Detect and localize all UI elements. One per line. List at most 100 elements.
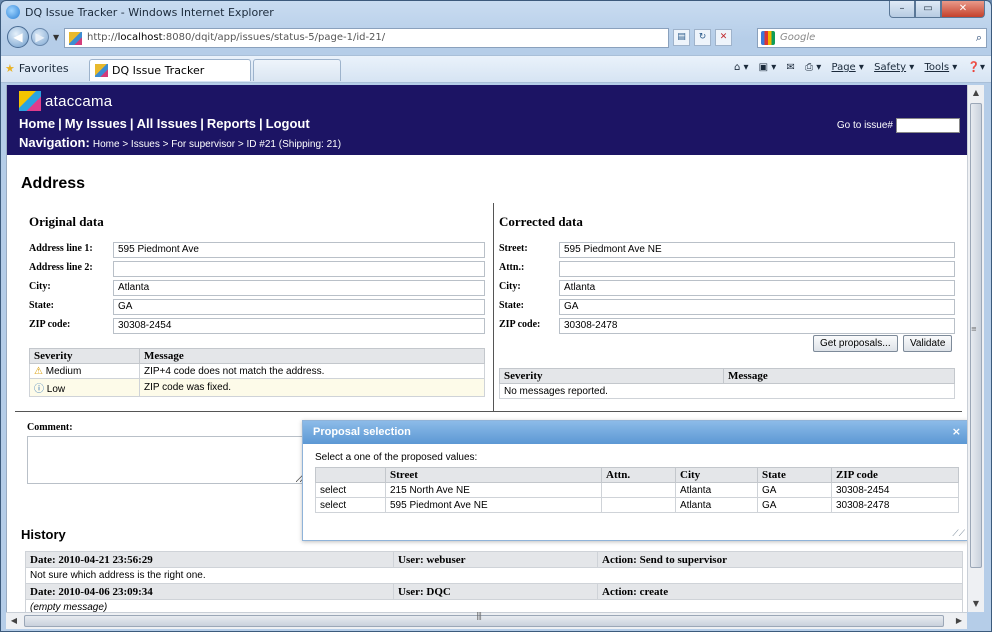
compatibility-icon[interactable]: ▤ — [673, 29, 690, 46]
scroll-down-icon[interactable]: ▼ — [968, 596, 984, 612]
original-zip-field[interactable]: 30308-2454 — [113, 318, 485, 334]
table-row: select 595 Piedmont Ave NE Atlanta GA 30… — [315, 497, 959, 513]
warning-icon: ⚠ — [34, 365, 43, 377]
page-menu[interactable]: Page ▾ — [831, 62, 863, 73]
horizontal-scroll-thumb[interactable] — [24, 615, 944, 627]
close-icon[interactable]: × — [952, 425, 961, 438]
tools-menu[interactable]: Tools ▾ — [924, 62, 957, 73]
address-bar: ◀ ▶ ▼ http://localhost:8080/dqit/app/iss… — [1, 23, 991, 53]
logo-text: ataccama — [45, 92, 113, 110]
favorites-button[interactable]: ★ Favorites — [5, 62, 69, 75]
browser-window: DQ Issue Tracker - Windows Internet Expl… — [0, 0, 992, 632]
goto-issue: Go to issue# — [837, 118, 960, 133]
mail-icon[interactable]: ✉ — [787, 62, 795, 73]
site-favicon-icon — [69, 32, 82, 45]
table-row: select 215 North Ave NE Atlanta GA 30308… — [315, 482, 959, 498]
title-bar: DQ Issue Tracker - Windows Internet Expl… — [1, 1, 991, 23]
original-city-row: City: Atlanta — [29, 280, 485, 296]
original-address-line1-field[interactable]: 595 Piedmont Ave — [113, 242, 485, 258]
proposal-selection-dialog: Proposal selection × Select a one of the… — [302, 420, 967, 541]
search-placeholder: Google — [780, 32, 816, 43]
safety-menu[interactable]: Safety ▾ — [874, 62, 914, 73]
comment-label: Comment: — [27, 422, 73, 433]
nav-my-issues[interactable]: My Issues — [65, 116, 127, 131]
nav-home[interactable]: Home — [19, 116, 55, 131]
main-nav: Home | My Issues | All Issues | Reports | Logout — [19, 116, 310, 131]
original-messages-table: Severity Message ⚠ Medium ZIP+4 code doe… — [29, 348, 485, 397]
history-entry-header: Date: 2010-04-06 23:09:34 User: DQC Acti… — [25, 583, 963, 600]
help-icon[interactable]: ❓▾ — [968, 62, 985, 73]
select-proposal-link[interactable]: select — [315, 482, 386, 498]
scroll-left-icon[interactable]: ◀ — [6, 613, 22, 629]
corrected-city-row: City: Atlanta — [499, 280, 955, 296]
table-header-row: Severity Message — [29, 348, 485, 364]
history-dropdown-icon[interactable]: ▼ — [53, 33, 59, 42]
goto-issue-label: Go to issue# — [836, 120, 893, 131]
tab-label: DQ Issue Tracker — [112, 64, 205, 77]
page-title: Address — [21, 175, 86, 192]
nav-reports[interactable]: Reports — [207, 116, 256, 131]
panel-divider — [493, 203, 494, 411]
corrected-street-field[interactable]: 595 Piedmont Ave NE — [559, 242, 955, 258]
table-header-row: Street Attn. City State ZIP code — [315, 467, 959, 483]
scroll-up-icon[interactable]: ▲ — [968, 85, 984, 101]
original-state-row: State: GA — [29, 299, 485, 315]
info-icon: ⓘ — [34, 384, 44, 395]
search-input[interactable]: Google ⌕ — [757, 28, 987, 48]
google-icon — [761, 31, 775, 45]
forward-button[interactable]: ▶ — [31, 28, 49, 46]
page-viewport: ataccama Home | My Issues | All Issues | Repor… — [6, 85, 967, 612]
goto-issue-input[interactable] — [896, 118, 960, 133]
maximize-button[interactable]: ▭ — [915, 1, 941, 18]
close-window-button[interactable]: ✕ — [941, 1, 985, 18]
validate-button[interactable]: Validate — [903, 335, 953, 352]
window-controls: – ▭ ✕ — [889, 1, 985, 19]
history-entry-message: Not sure which address is the right one. — [25, 567, 963, 584]
nav-logout[interactable]: Logout — [266, 116, 310, 131]
breadcrumb-path[interactable]: Home > Issues > For supervisor > ID #21 … — [93, 139, 341, 150]
get-proposals-button[interactable]: Get proposals... — [813, 335, 898, 352]
window-title: DQ Issue Tracker - Windows Internet Expl… — [25, 6, 274, 19]
feeds-icon[interactable]: ▣ ▾ — [759, 62, 777, 73]
original-zip-row: ZIP code: 30308-2454 — [29, 318, 485, 334]
proposals-table: Street Attn. City State ZIP code select … — [315, 467, 959, 513]
print-icon[interactable]: ⎙ ▾ — [805, 62, 821, 73]
original-city-field[interactable]: Atlanta — [113, 280, 485, 296]
horizontal-scrollbar[interactable]: ◀ ||| ▶ — [6, 611, 967, 629]
select-proposal-link[interactable]: select — [315, 497, 386, 513]
original-address-line2-field[interactable] — [113, 261, 485, 277]
comment-textarea[interactable] — [27, 436, 305, 484]
corrected-attn-field[interactable] — [559, 261, 955, 277]
scroll-grip-icon: ≡ — [971, 325, 977, 333]
history-entry-header: Date: 2010-04-21 23:56:29 User: webuser … — [25, 551, 963, 568]
vertical-scroll-thumb[interactable] — [970, 103, 982, 568]
url-text: http://localhost:8080/dqit/app/issues/st… — [87, 32, 386, 43]
resize-handle-icon[interactable]: ⟋⟋ — [952, 529, 965, 539]
ataccama-logo-icon — [19, 91, 41, 111]
nav-all-issues[interactable]: All Issues — [137, 116, 198, 131]
original-state-field[interactable]: GA — [113, 299, 485, 315]
vertical-scrollbar[interactable]: ▲ ≡ ▼ — [967, 85, 984, 612]
dialog-prompt: Select a one of the proposed values: — [315, 452, 478, 463]
corrected-zip-field[interactable]: 30308-2478 — [559, 318, 955, 334]
corrected-state-field[interactable]: GA — [559, 299, 955, 315]
back-button[interactable]: ◀ — [7, 26, 29, 48]
browser-tab[interactable]: DQ Issue Tracker — [89, 59, 251, 81]
minimize-button[interactable]: – — [889, 1, 915, 18]
table-header-row: Severity Message — [499, 368, 955, 384]
app-header: ataccama Home | My Issues | All Issues | Repor… — [7, 85, 967, 155]
home-icon[interactable]: ⌂ ▾ — [734, 62, 749, 73]
dialog-title: Proposal selection — [303, 421, 967, 444]
table-row: No messages reported. — [499, 383, 955, 399]
new-tab-button[interactable] — [253, 59, 341, 81]
search-icon[interactable]: ⌕ — [976, 31, 982, 45]
corrected-city-field[interactable]: Atlanta — [559, 280, 955, 296]
command-bar: ⌂ ▾ ▣ ▾ ✉ ⎙ ▾ Page ▾ Safety ▾ Tools ▾ ❓▾ — [727, 62, 985, 73]
url-input[interactable]: http://localhost:8080/dqit/app/issues/st… — [64, 28, 669, 48]
scroll-right-icon[interactable]: ▶ — [951, 613, 967, 629]
stop-icon[interactable]: ✕ — [715, 29, 732, 46]
original-address-line1-row: Address line 1: 595 Piedmont Ave — [29, 242, 485, 258]
corrected-messages-table: Severity Message No messages reported. — [499, 368, 955, 399]
refresh-icon[interactable]: ↻ — [694, 29, 711, 46]
corrected-state-row: State: GA — [499, 299, 955, 315]
